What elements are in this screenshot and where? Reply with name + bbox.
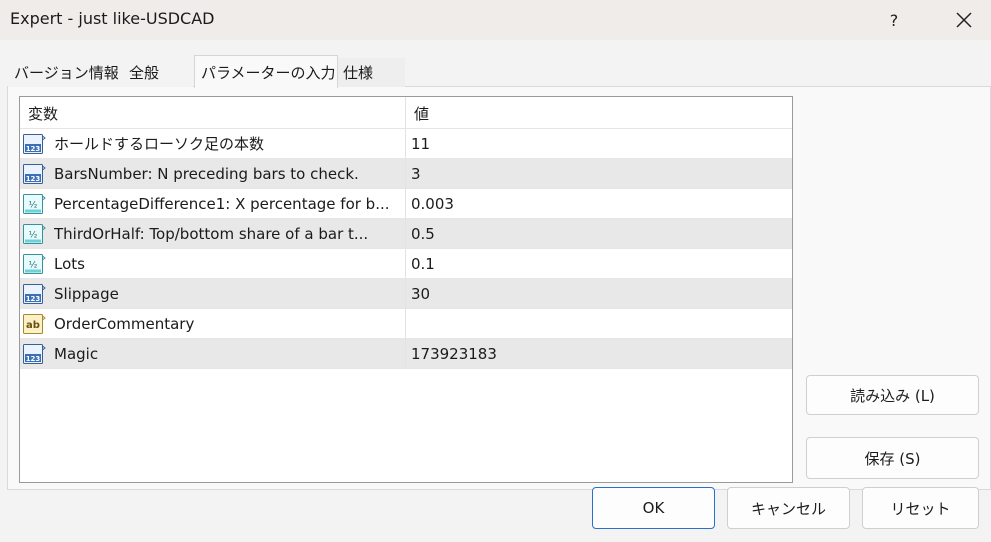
column-header-label: 変数 (28, 104, 59, 123)
load-button[interactable]: 読み込み (L) (806, 375, 979, 415)
value-cell[interactable]: 3 (406, 159, 792, 188)
close-button[interactable] (940, 0, 988, 40)
svg-text:ab: ab (26, 320, 40, 331)
svg-text:123: 123 (26, 144, 41, 152)
double-icon: ½ (22, 223, 46, 245)
table-row[interactable]: 123 Slippage 30 (20, 279, 792, 309)
variable-name: ThirdOrHalf: Top/bottom share of a bar t… (54, 224, 369, 243)
svg-text:½: ½ (29, 230, 38, 240)
value-cell[interactable] (406, 309, 792, 338)
ok-button[interactable]: OK (592, 487, 715, 529)
save-button[interactable]: 保存 (S) (806, 437, 979, 479)
reset-button-label: リセット (890, 499, 951, 518)
variable-cell: 123 ホールドするローソク足の本数 (20, 129, 406, 158)
variable-cell: 123 Slippage (20, 279, 406, 308)
grid-header: 変数 値 (20, 97, 792, 129)
tab-input-parameters[interactable]: パラメーターの入力 (194, 55, 338, 88)
help-button[interactable]: ? (870, 0, 918, 40)
table-row[interactable]: 123 ホールドするローソク足の本数 11 (20, 129, 792, 159)
tab-specification[interactable]: 仕様 (337, 58, 405, 87)
variable-name: BarsNumber: N preceding bars to check. (54, 164, 359, 183)
variable-cell: ½ Lots (20, 249, 406, 278)
help-icon: ? (889, 10, 899, 30)
variable-name: Slippage (54, 284, 119, 303)
variable-name: ホールドするローソク足の本数 (54, 135, 265, 153)
parameters-grid[interactable]: 変数 値 123 ホールドするローソク足の本数 11 123 BarsNumber: N… (19, 96, 793, 483)
integer-icon: 123 (22, 343, 46, 365)
tab-label: 全般 (129, 64, 160, 82)
value-cell[interactable]: 173923183 (406, 339, 792, 368)
svg-text:123: 123 (26, 174, 41, 182)
save-button-label: 保存 (S) (864, 449, 921, 468)
tab-label: パラメーターの入力 (201, 63, 336, 82)
value-cell[interactable]: 0.1 (406, 249, 792, 278)
load-button-label: 読み込み (L) (850, 386, 935, 405)
tab-label: 仕様 (343, 64, 374, 82)
cancel-button-label: キャンセル (750, 499, 826, 518)
value-cell[interactable]: 11 (406, 129, 792, 158)
table-row[interactable]: ½ Lots 0.1 (20, 249, 792, 279)
integer-icon: 123 (22, 163, 46, 185)
table-row[interactable]: ab OrderCommentary (20, 309, 792, 339)
column-header-value[interactable]: 値 (406, 97, 792, 129)
ok-button-label: OK (642, 499, 665, 517)
reset-button[interactable]: リセット (862, 487, 979, 529)
double-icon: ½ (22, 253, 46, 275)
tab-label: バージョン情報 (14, 64, 119, 82)
variable-name: Lots (54, 254, 85, 273)
tab-general[interactable]: 全般 (123, 58, 193, 87)
integer-icon: 123 (22, 133, 46, 155)
table-row[interactable]: 123 BarsNumber: N preceding bars to check… (20, 159, 792, 189)
tab-version-info[interactable]: バージョン情報 (8, 58, 123, 87)
variable-cell: ½ PercentageDifference1: X percentage for… (20, 189, 406, 218)
string-icon: ab (22, 313, 46, 335)
variable-cell: ½ ThirdOrHalf: Top/bottom share of a bar … (20, 219, 406, 248)
table-row[interactable]: 123 Magic 173923183 (20, 339, 792, 369)
window-title: Expert - just like-USDCAD (10, 9, 215, 28)
cancel-button[interactable]: キャンセル (727, 487, 850, 529)
svg-text:½: ½ (29, 200, 38, 210)
value-cell[interactable]: 30 (406, 279, 792, 308)
variable-cell: 123 BarsNumber: N preceding bars to check… (20, 159, 406, 188)
variable-cell: ab OrderCommentary (20, 309, 406, 338)
svg-text:½: ½ (29, 260, 38, 270)
variable-name: OrderCommentary (54, 314, 195, 333)
variable-name: PercentageDifference1: X percentage for … (54, 194, 390, 213)
table-row[interactable]: ½ ThirdOrHalf: Top/bottom share of a bar … (20, 219, 792, 249)
variable-name: Magic (54, 344, 99, 363)
svg-text:123: 123 (26, 354, 41, 362)
column-header-label: 値 (414, 104, 430, 123)
integer-icon: 123 (22, 283, 46, 305)
double-icon: ½ (22, 193, 46, 215)
close-icon (956, 12, 972, 28)
svg-text:123: 123 (26, 294, 41, 302)
variable-cell: 123 Magic (20, 339, 406, 368)
value-cell[interactable]: 0.003 (406, 189, 792, 218)
value-cell[interactable]: 0.5 (406, 219, 792, 248)
table-row[interactable]: ½ PercentageDifference1: X percentage for… (20, 189, 792, 219)
title-bar: Expert - just like-USDCAD ? (0, 0, 991, 40)
column-header-variable[interactable]: 変数 (20, 97, 406, 129)
